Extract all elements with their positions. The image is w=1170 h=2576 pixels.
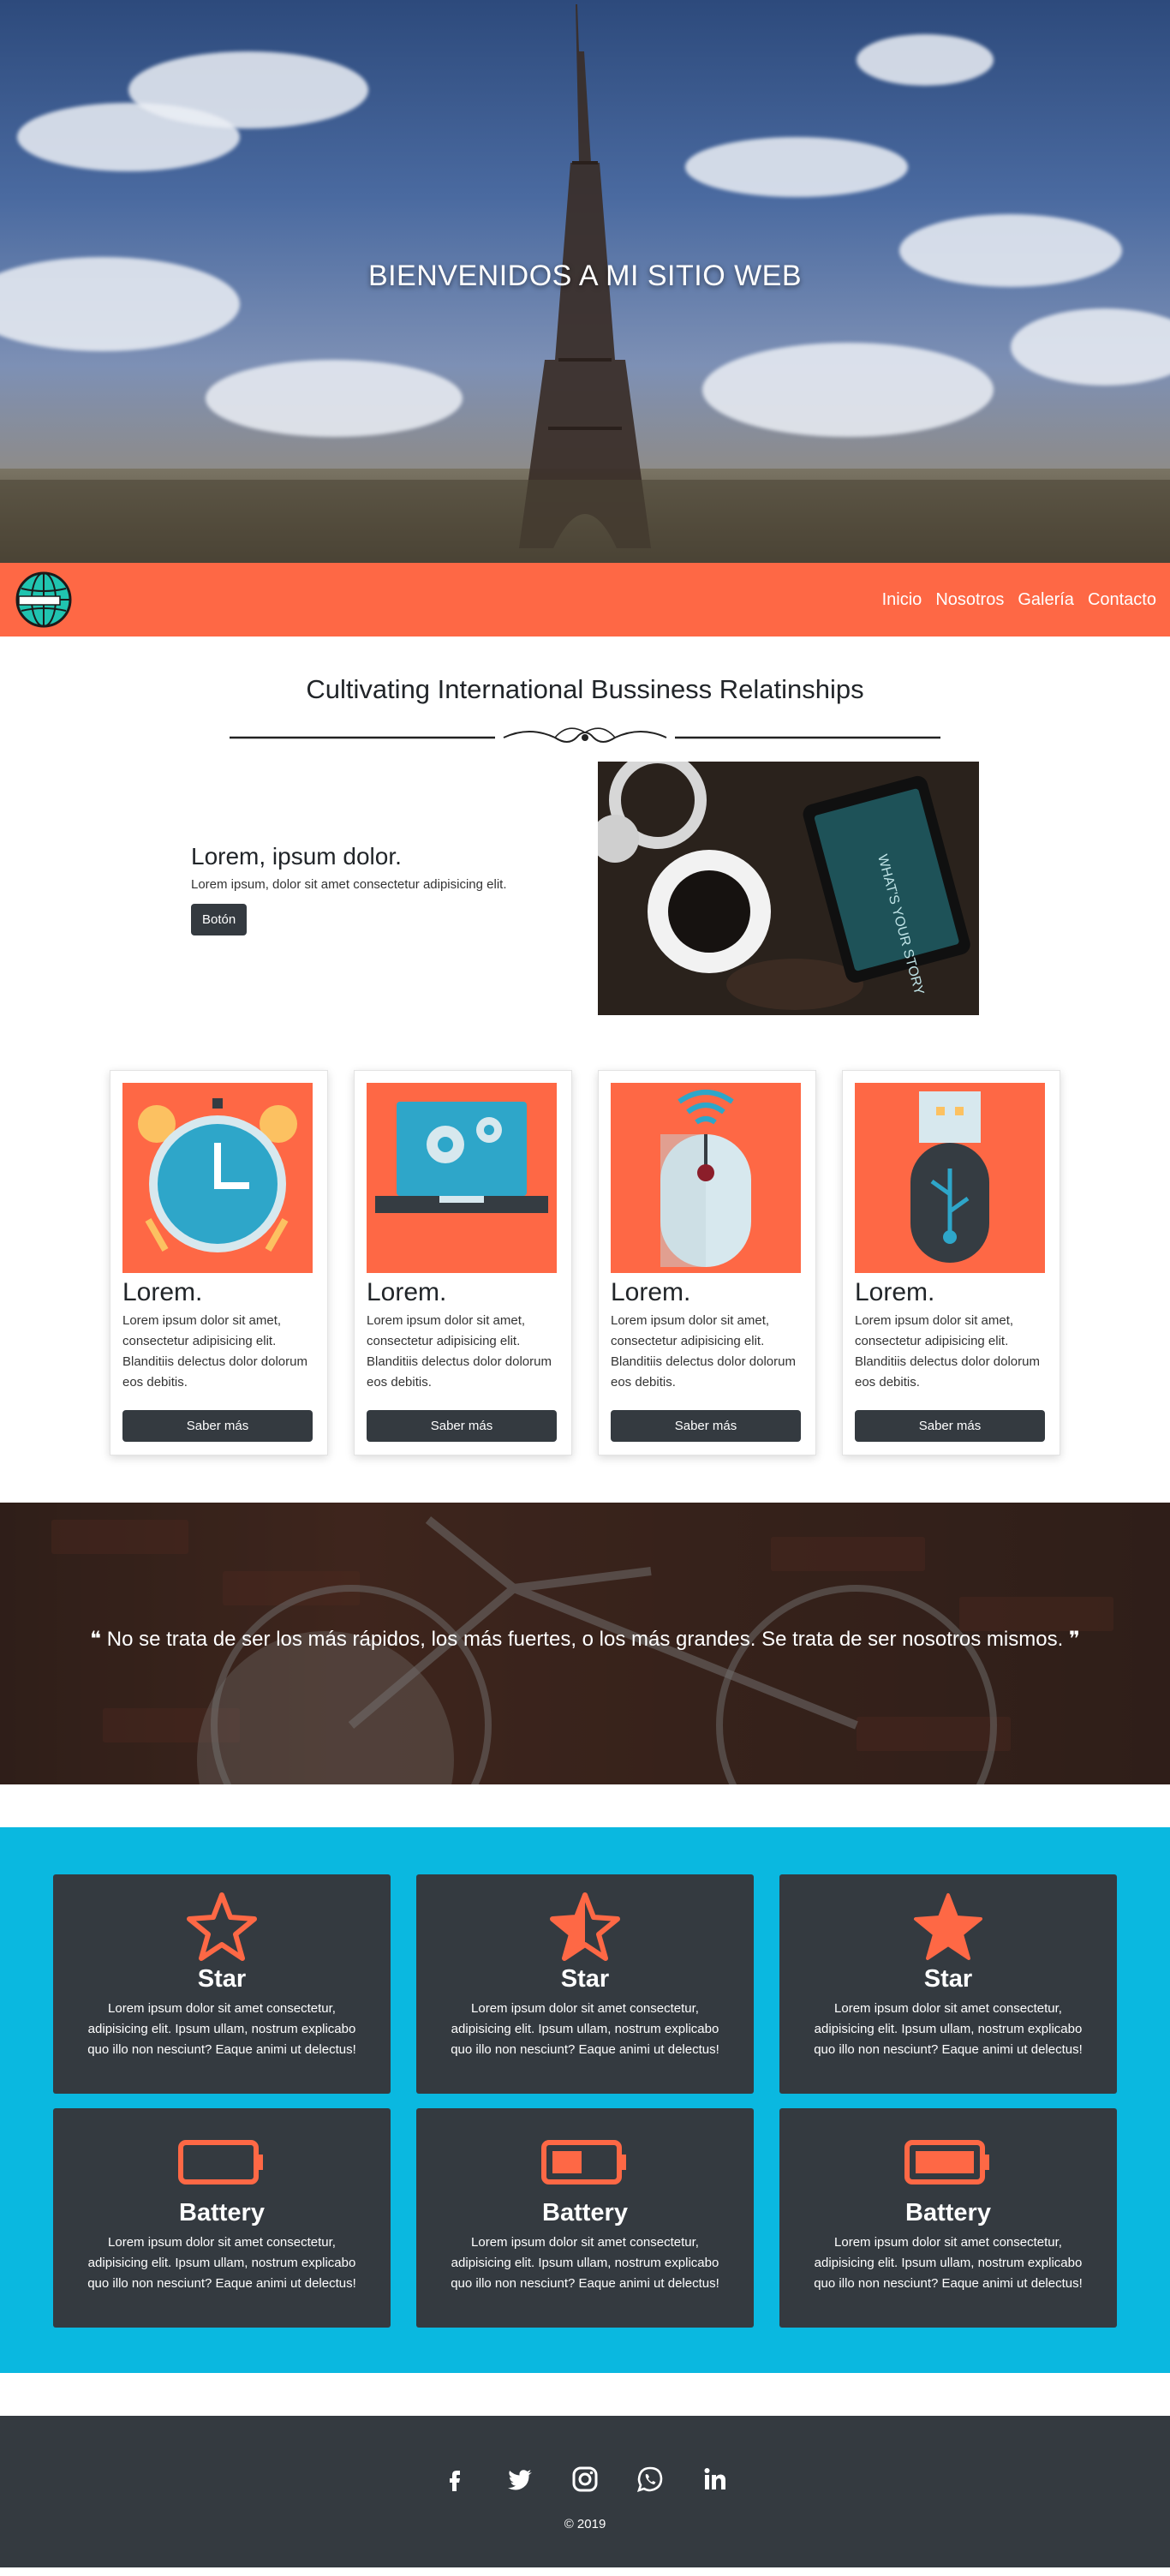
quote-open-icon: ❝	[90, 1628, 107, 1651]
social-links	[0, 2465, 1170, 2493]
card-text: Lorem ipsum dolor sit amet, consectetur …	[611, 1313, 796, 1390]
tile-title: Star	[197, 1965, 247, 1993]
card-title: Lorem.	[122, 1278, 203, 1306]
card: Lorem. Lorem ipsum dolor sit amet, conse…	[842, 1070, 1060, 1455]
feature-text: Lorem, ipsum dolor. Lorem ipsum, dolor s…	[191, 843, 585, 935]
card: Lorem. Lorem ipsum dolor sit amet, conse…	[110, 1070, 328, 1455]
quote-section: ❝ No se trata de ser los más rápidos, lo…	[0, 1503, 1170, 1784]
feature-button[interactable]: Botón	[191, 904, 248, 935]
tile-title: Star	[923, 1965, 973, 1993]
feature-description: Lorem ipsum, dolor sit amet consectetur …	[191, 877, 507, 892]
tile-text: Lorem ipsum dolor sit amet consectetur, …	[814, 2001, 1083, 2057]
nav-link-galeria[interactable]: Galería	[1018, 590, 1074, 610]
feature-image: WHAT'S YOUR STORY	[598, 762, 979, 1015]
feature-heading: Lorem, ipsum dolor.	[191, 843, 402, 870]
star-full-icon	[914, 1893, 982, 1960]
hero-banner: BIENVENIDOS A MI SITIO WEB	[0, 0, 1170, 563]
feature-tile: Star Lorem ipsum dolor sit amet consecte…	[53, 1874, 391, 2094]
saber-mas-button[interactable]: Saber más	[122, 1410, 313, 1442]
card: Lorem. Lorem ipsum dolor sit amet, conse…	[354, 1070, 572, 1455]
tile-text: Lorem ipsum dolor sit amet consectetur, …	[87, 2235, 356, 2291]
laptop-gears-icon	[367, 1083, 557, 1273]
wireless-mouse-icon	[611, 1083, 801, 1273]
ornamental-divider-icon	[230, 727, 940, 743]
card-text: Lorem ipsum dolor sit amet, consectetur …	[367, 1313, 552, 1390]
features-grid: Star Lorem ipsum dolor sit amet consecte…	[31, 1874, 1140, 2328]
linkedin-icon[interactable]	[701, 2465, 729, 2493]
instagram-icon[interactable]	[571, 2465, 599, 2493]
twitter-icon[interactable]	[506, 2465, 534, 2493]
tile-text: Lorem ipsum dolor sit amet consectetur, …	[451, 2001, 719, 2057]
battery-full-icon	[904, 2140, 989, 2185]
tile-text: Lorem ipsum dolor sit amet consectetur, …	[87, 2001, 356, 2057]
tile-text: Lorem ipsum dolor sit amet consectetur, …	[814, 2235, 1083, 2291]
card-text: Lorem ipsum dolor sit amet, consectetur …	[122, 1313, 307, 1390]
feature-section: Lorem, ipsum dolor. Lorem ipsum, dolor s…	[0, 762, 1170, 1044]
hero-title: BIENVENIDOS A MI SITIO WEB	[367, 260, 803, 292]
globe-logo-icon[interactable]	[14, 570, 74, 630]
saber-mas-button[interactable]: Saber más	[855, 1410, 1045, 1442]
tile-text: Lorem ipsum dolor sit amet consectetur, …	[451, 2235, 719, 2291]
navbar: Inicio Nosotros Galería Contacto	[0, 563, 1170, 637]
card: Lorem. Lorem ipsum dolor sit amet, conse…	[598, 1070, 816, 1455]
alarm-clock-icon	[122, 1083, 313, 1273]
battery-empty-icon	[178, 2140, 263, 2185]
tile-title: Battery	[542, 2199, 628, 2226]
battery-half-icon	[541, 2140, 626, 2185]
card-title: Lorem.	[611, 1278, 691, 1306]
footer: © 2019	[0, 2416, 1170, 2567]
feature-tile: Battery Lorem ipsum dolor sit amet conse…	[53, 2108, 391, 2328]
facebook-icon[interactable]	[441, 2465, 469, 2493]
quote-text: ❝ No se trata de ser los más rápidos, lo…	[0, 1627, 1170, 1652]
features-section: Star Lorem ipsum dolor sit amet consecte…	[0, 1827, 1170, 2373]
nav-links: Inicio Nosotros Galería Contacto	[882, 590, 1156, 610]
tile-title: Star	[560, 1965, 610, 1993]
nav-link-nosotros[interactable]: Nosotros	[935, 590, 1004, 610]
intro-section: Cultivating International Bussiness Rela…	[0, 637, 1170, 755]
feature-tile: Battery Lorem ipsum dolor sit amet conse…	[779, 2108, 1117, 2328]
coffee-story-image: WHAT'S YOUR STORY	[598, 762, 979, 1015]
tile-title: Battery	[179, 2199, 265, 2226]
saber-mas-button[interactable]: Saber más	[367, 1410, 557, 1442]
quote-close-icon: ❞	[1063, 1628, 1080, 1651]
usb-drive-icon	[855, 1083, 1045, 1273]
whatsapp-icon[interactable]	[636, 2465, 664, 2493]
quote-body: No se trata de ser los más rápidos, los …	[106, 1628, 1064, 1651]
tile-title: Battery	[905, 2199, 991, 2226]
star-half-icon	[550, 1892, 620, 1961]
card-title: Lorem.	[855, 1278, 935, 1306]
feature-tile: Battery Lorem ipsum dolor sit amet conse…	[416, 2108, 754, 2328]
card-text: Lorem ipsum dolor sit amet, consectetur …	[855, 1313, 1040, 1390]
feature-tile: Star Lorem ipsum dolor sit amet consecte…	[779, 1874, 1117, 2094]
card-title: Lorem.	[367, 1278, 447, 1306]
copyright-text: © 2019	[564, 2517, 606, 2531]
cards-section: Lorem. Lorem ipsum dolor sit amet, conse…	[0, 1070, 1170, 1455]
saber-mas-button[interactable]: Saber más	[611, 1410, 801, 1442]
nav-link-inicio[interactable]: Inicio	[882, 590, 922, 610]
star-outline-icon	[187, 1892, 257, 1961]
feature-tile: Star Lorem ipsum dolor sit amet consecte…	[416, 1874, 754, 2094]
section-title: Cultivating International Bussiness Rela…	[306, 674, 864, 704]
nav-link-contacto[interactable]: Contacto	[1088, 590, 1156, 610]
